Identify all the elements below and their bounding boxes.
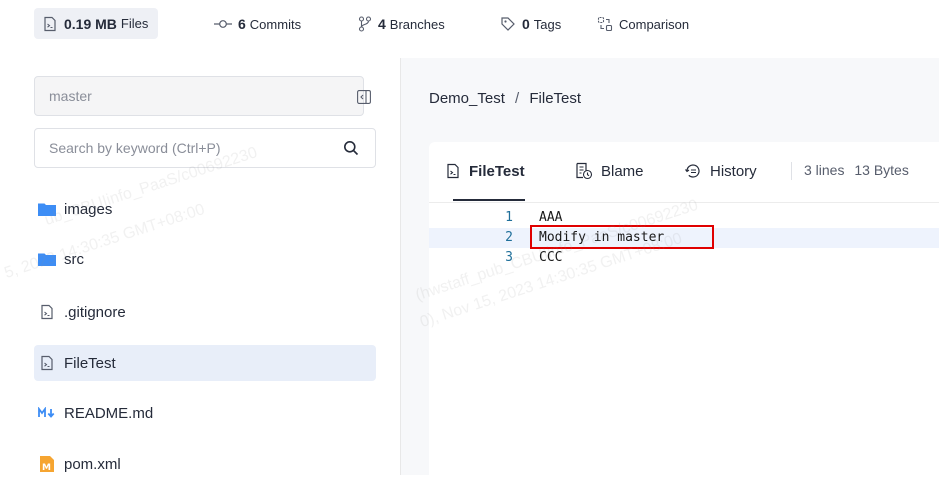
tags-count: 0 xyxy=(522,16,530,32)
commits-count: 6 xyxy=(238,16,246,32)
tags-label: Tags xyxy=(533,16,562,32)
tree-item-readme[interactable]: README.md xyxy=(34,395,376,431)
blame-icon xyxy=(575,162,593,180)
compare-icon xyxy=(597,16,613,32)
highlight-annotation-box xyxy=(530,225,714,249)
code-line: 2 Modify in master xyxy=(429,225,939,249)
file-tree-sidebar: master Search by keyword (Ctrl+P) images… xyxy=(0,58,400,475)
file-icon xyxy=(42,16,58,32)
tree-item-label: .gitignore xyxy=(64,303,126,321)
file-content-card: FileTest Blame History 3 lines 13 Bytes xyxy=(413,142,939,482)
breadcrumb-repo[interactable]: Demo_Test xyxy=(429,90,505,107)
file-icon xyxy=(445,163,461,179)
files-stat[interactable]: 0.19 MB Files xyxy=(34,8,159,39)
breadcrumb-separator: / xyxy=(515,90,520,107)
branch-selector[interactable]: master xyxy=(34,76,364,116)
tab-history[interactable]: History xyxy=(684,156,757,186)
file-size: 13 Bytes xyxy=(854,162,909,178)
search-icon[interactable] xyxy=(343,140,359,156)
comparison-stat[interactable]: Comparison xyxy=(597,8,689,40)
history-icon xyxy=(684,162,702,180)
tree-item-label: FileTest xyxy=(64,354,116,372)
tree-item-label: images xyxy=(64,200,113,218)
code-line: 3 CCC xyxy=(429,248,939,268)
tab-blame[interactable]: Blame xyxy=(575,156,644,186)
svg-text:M: M xyxy=(42,463,51,473)
file-icon xyxy=(38,354,56,372)
branches-label: Branches xyxy=(389,16,445,32)
file-viewer: Demo_Test / FileTest FileTest Blame Hist… xyxy=(401,58,939,482)
line-content: CCC xyxy=(539,250,563,265)
files-label: Files xyxy=(120,16,149,31)
tree-item-pom[interactable]: M pom.xml xyxy=(34,446,376,482)
commits-label: Commits xyxy=(249,16,302,32)
file-tabs: FileTest Blame History 3 lines 13 Bytes xyxy=(429,142,939,203)
tab-file-label: FileTest xyxy=(469,162,525,180)
branch-icon xyxy=(358,16,372,32)
tag-icon xyxy=(500,16,516,32)
commits-stat[interactable]: 6 Commits xyxy=(214,8,301,40)
tree-item-label: pom.xml xyxy=(64,455,121,473)
tree-item-filetest[interactable]: FileTest xyxy=(34,345,376,381)
branches-stat[interactable]: 4 Branches xyxy=(358,8,445,40)
tab-history-label: History xyxy=(710,162,757,180)
collapse-sidebar-icon[interactable] xyxy=(357,90,371,104)
tabs-divider xyxy=(791,162,792,180)
line-number[interactable]: 1 xyxy=(483,208,513,228)
line-number[interactable]: 2 xyxy=(483,228,513,248)
tree-item-label: src xyxy=(64,250,84,268)
maven-icon: M xyxy=(38,455,56,473)
repo-stats-bar: 0.19 MB Files 6 Commits 4 Branches 0 Tag… xyxy=(0,0,939,58)
code-view: 1 AAA 2 Modify in master 3 CCC xyxy=(429,208,939,268)
branches-count: 4 xyxy=(378,16,386,32)
folder-icon xyxy=(38,200,56,218)
markdown-icon xyxy=(38,404,56,422)
tree-item-label: README.md xyxy=(64,404,154,422)
tab-file[interactable]: FileTest xyxy=(445,156,525,186)
active-tab-indicator xyxy=(453,199,525,201)
tree-item-gitignore[interactable]: .gitignore xyxy=(34,294,376,330)
folder-icon xyxy=(38,250,56,268)
file-info: 3 lines 13 Bytes xyxy=(804,162,909,178)
breadcrumb: Demo_Test / FileTest xyxy=(429,90,581,107)
comparison-label: Comparison xyxy=(619,16,690,32)
file-search-input[interactable]: Search by keyword (Ctrl+P) xyxy=(34,128,376,168)
tree-item-images[interactable]: images xyxy=(34,191,376,227)
line-count: 3 lines xyxy=(804,162,845,178)
files-size: 0.19 MB xyxy=(64,15,117,32)
line-number[interactable]: 3 xyxy=(483,248,513,268)
commit-icon xyxy=(214,18,232,30)
tags-stat[interactable]: 0 Tags xyxy=(500,8,561,40)
tab-blame-label: Blame xyxy=(601,162,644,180)
file-icon xyxy=(38,303,56,321)
breadcrumb-file: FileTest xyxy=(529,90,582,107)
tree-item-src[interactable]: src xyxy=(34,241,376,277)
